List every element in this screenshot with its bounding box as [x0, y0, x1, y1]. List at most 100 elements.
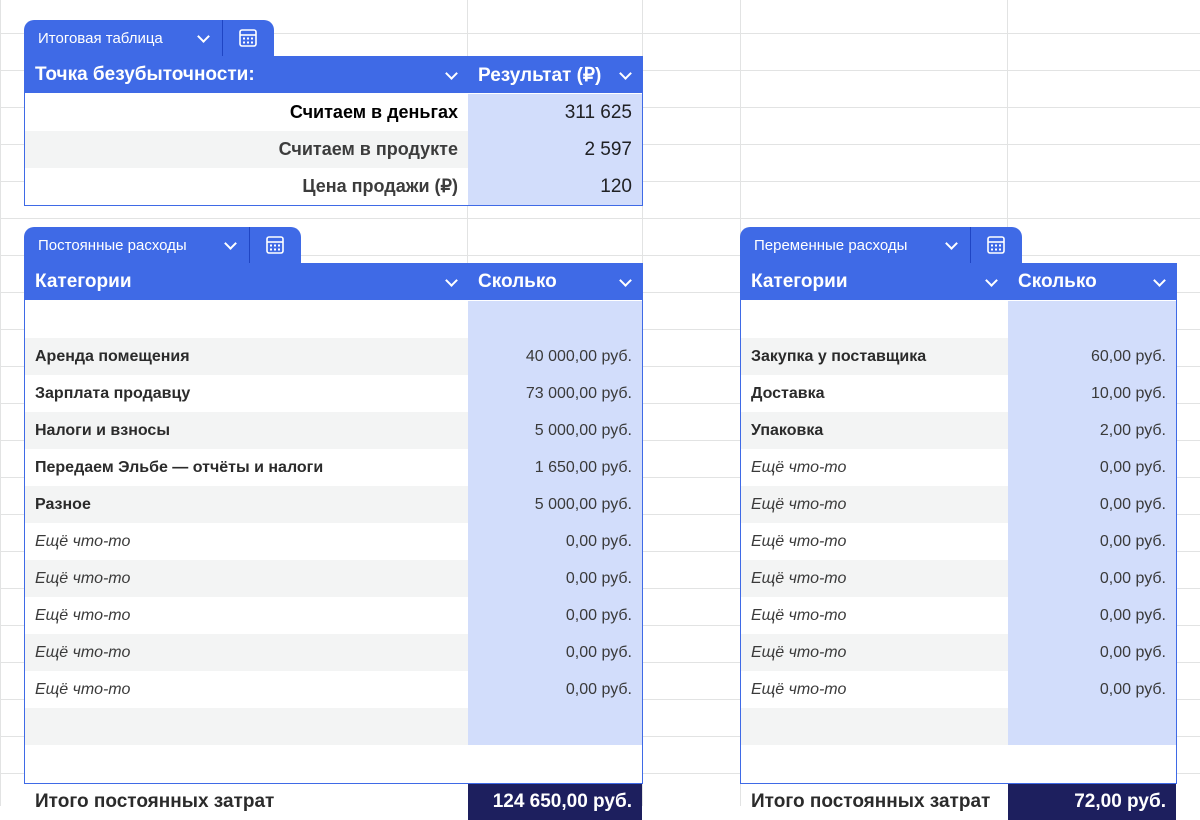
column-header-categories[interactable]: Категории [25, 264, 468, 300]
amount-cell[interactable]: 40 000,00 руб. [468, 338, 642, 375]
column-header-breakeven[interactable]: Точка безубыточности: [25, 57, 468, 93]
chevron-down-icon[interactable] [197, 29, 210, 43]
calculator-icon[interactable] [971, 227, 1021, 263]
table-row[interactable]: Считаем в деньгах 311 625 [25, 94, 642, 131]
table-row[interactable]: Разное 5 000,00 руб. [25, 486, 642, 523]
table-row[interactable]: Доставка 10,00 руб. [741, 375, 1176, 412]
table-row[interactable] [25, 301, 642, 338]
amount-cell[interactable]: 5 000,00 руб. [468, 412, 642, 449]
column-header-amount[interactable]: Сколько [468, 264, 642, 300]
column-header-categories[interactable]: Категории [741, 264, 1008, 300]
amount-cell[interactable]: 10,00 руб. [1008, 375, 1176, 412]
chevron-down-icon[interactable] [445, 66, 458, 80]
category-cell[interactable]: Закупка у поставщика [741, 338, 1008, 375]
summary-table-tab[interactable]: Итоговая таблица [24, 20, 274, 56]
table-row[interactable]: Ещё что-то 0,00 руб. [741, 523, 1176, 560]
chevron-down-icon[interactable] [619, 273, 632, 287]
table-row[interactable]: Считаем в продукте 2 597 [25, 131, 642, 168]
amount-cell[interactable]: 0,00 руб. [1008, 560, 1176, 597]
row-value[interactable]: 2 597 [468, 131, 642, 168]
row-label[interactable]: Считаем в деньгах [25, 94, 468, 131]
table-row[interactable]: Закупка у поставщика 60,00 руб. [741, 338, 1176, 375]
amount-cell[interactable]: 73 000,00 руб. [468, 375, 642, 412]
table-row[interactable]: Ещё что-то 0,00 руб. [741, 634, 1176, 671]
category-cell[interactable]: Ещё что-то [741, 671, 1008, 708]
amount-cell[interactable]: 60,00 руб. [1008, 338, 1176, 375]
category-cell[interactable]: Ещё что-то [741, 597, 1008, 634]
total-value[interactable]: 124 650,00 руб. [468, 784, 642, 820]
row-label[interactable]: Цена продажи (₽) [25, 168, 468, 205]
table-row[interactable]: Упаковка 2,00 руб. [741, 412, 1176, 449]
category-cell[interactable]: Передаем Эльбе — отчёты и налоги [25, 449, 468, 486]
amount-cell[interactable] [468, 708, 642, 745]
category-cell[interactable]: Ещё что-то [25, 597, 468, 634]
column-header-result[interactable]: Результат (₽) [468, 57, 642, 93]
category-cell[interactable]: Разное [25, 486, 468, 523]
table-row[interactable]: Налоги и взносы 5 000,00 руб. [25, 412, 642, 449]
chevron-down-icon[interactable] [619, 66, 632, 80]
table-row[interactable]: Ещё что-то 0,00 руб. [741, 560, 1176, 597]
variable-costs-name-dropdown[interactable]: Переменные расходы [740, 227, 970, 263]
table-row[interactable]: Ещё что-то 0,00 руб. [25, 634, 642, 671]
table-row[interactable] [741, 708, 1176, 745]
amount-cell[interactable] [468, 301, 642, 338]
table-row[interactable]: Ещё что-то 0,00 руб. [741, 597, 1176, 634]
amount-cell[interactable]: 0,00 руб. [1008, 597, 1176, 634]
category-cell[interactable] [25, 301, 468, 338]
table-row[interactable]: Цена продажи (₽) 120 [25, 168, 642, 205]
total-label[interactable]: Итого постоянных затрат [25, 784, 468, 820]
summary-table-name-dropdown[interactable]: Итоговая таблица [24, 20, 222, 56]
chevron-down-icon[interactable] [224, 236, 237, 250]
category-cell[interactable]: Ещё что-то [741, 449, 1008, 486]
category-cell[interactable] [25, 708, 468, 745]
amount-cell[interactable]: 0,00 руб. [468, 671, 642, 708]
category-cell[interactable]: Зарплата продавцу [25, 375, 468, 412]
total-row[interactable]: Итого постоянных затрат 72,00 руб. [741, 784, 1176, 820]
amount-cell[interactable]: 0,00 руб. [468, 634, 642, 671]
amount-cell[interactable]: 2,00 руб. [1008, 412, 1176, 449]
category-cell[interactable]: Ещё что-то [741, 523, 1008, 560]
amount-cell[interactable] [1008, 301, 1176, 338]
amount-cell[interactable]: 0,00 руб. [468, 523, 642, 560]
category-cell[interactable]: Ещё что-то [25, 523, 468, 560]
category-cell[interactable]: Упаковка [741, 412, 1008, 449]
category-cell[interactable]: Ещё что-то [741, 560, 1008, 597]
amount-cell[interactable]: 5 000,00 руб. [468, 486, 642, 523]
category-cell[interactable]: Налоги и взносы [25, 412, 468, 449]
category-cell[interactable]: Ещё что-то [741, 486, 1008, 523]
chevron-down-icon[interactable] [445, 273, 458, 287]
category-cell[interactable] [741, 708, 1008, 745]
fixed-costs-name-dropdown[interactable]: Постоянные расходы [24, 227, 249, 263]
row-value[interactable]: 311 625 [468, 94, 642, 131]
amount-cell[interactable] [1008, 708, 1176, 745]
amount-cell[interactable]: 0,00 руб. [1008, 523, 1176, 560]
row-value[interactable]: 120 [468, 168, 642, 205]
total-row[interactable]: Итого постоянных затрат 124 650,00 руб. [25, 784, 642, 820]
table-row[interactable]: Ещё что-то 0,00 руб. [25, 560, 642, 597]
category-cell[interactable] [741, 301, 1008, 338]
category-cell[interactable]: Доставка [741, 375, 1008, 412]
total-label[interactable]: Итого постоянных затрат [741, 784, 1008, 820]
table-row[interactable]: Ещё что-то 0,00 руб. [25, 597, 642, 634]
table-row[interactable]: Зарплата продавцу 73 000,00 руб. [25, 375, 642, 412]
chevron-down-icon[interactable] [1153, 273, 1166, 287]
amount-cell[interactable]: 0,00 руб. [1008, 671, 1176, 708]
table-row[interactable]: Ещё что-то 0,00 руб. [741, 671, 1176, 708]
column-header-amount[interactable]: Сколько [1008, 264, 1176, 300]
amount-cell[interactable]: 0,00 руб. [1008, 449, 1176, 486]
table-row[interactable]: Ещё что-то 0,00 руб. [741, 449, 1176, 486]
chevron-down-icon[interactable] [985, 273, 998, 287]
category-cell[interactable]: Ещё что-то [741, 634, 1008, 671]
category-cell[interactable]: Ещё что-то [25, 560, 468, 597]
calculator-icon[interactable] [250, 227, 300, 263]
calculator-icon[interactable] [223, 20, 273, 56]
amount-cell[interactable]: 0,00 руб. [1008, 634, 1176, 671]
table-row[interactable]: Ещё что-то 0,00 руб. [25, 523, 642, 560]
table-row[interactable]: Ещё что-то 0,00 руб. [741, 486, 1176, 523]
total-value[interactable]: 72,00 руб. [1008, 784, 1176, 820]
category-cell[interactable]: Ещё что-то [25, 671, 468, 708]
amount-cell[interactable]: 0,00 руб. [1008, 486, 1176, 523]
table-row[interactable]: Передаем Эльбе — отчёты и налоги 1 650,00… [25, 449, 642, 486]
category-cell[interactable]: Аренда помещения [25, 338, 468, 375]
fixed-costs-tab[interactable]: Постоянные расходы [24, 227, 301, 263]
